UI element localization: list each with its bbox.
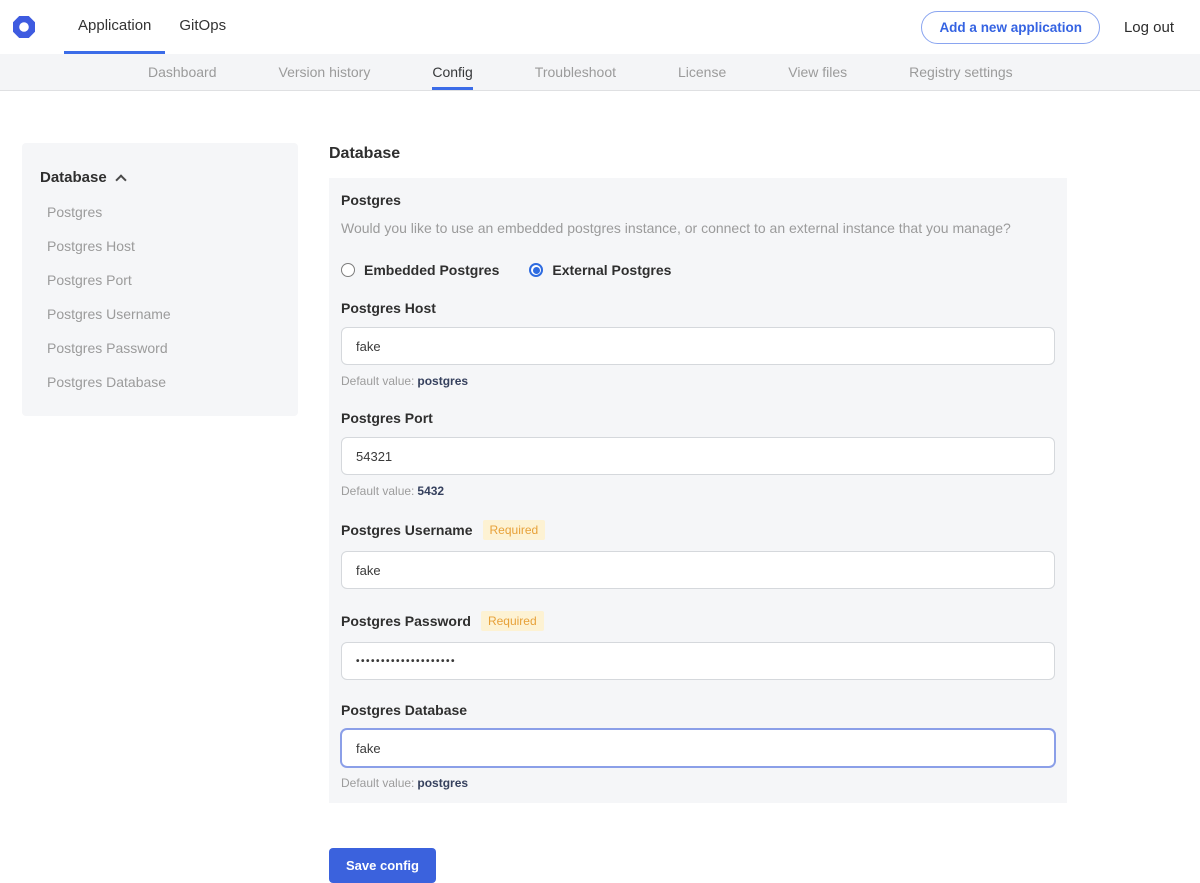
subnav-item-label: Dashboard (148, 64, 217, 80)
radio-external-label: External Postgres (552, 262, 671, 278)
field-postgres-username: Postgres Username Required (341, 520, 1055, 589)
subnav-item-label: Config (432, 64, 472, 80)
header-right: Add a new application Log out (921, 0, 1174, 54)
field-postgres-database: Postgres Database Default value:postgres (341, 702, 1055, 790)
hint-value: postgres (417, 776, 468, 790)
sidebar-item-postgres-username[interactable]: Postgres Username (40, 306, 282, 322)
hint-label: Default value: (341, 374, 414, 388)
tab-gitops[interactable]: GitOps (165, 0, 240, 54)
required-badge: Required (481, 611, 544, 631)
subnav-item-label: Troubleshoot (535, 64, 616, 80)
field-label: Postgres Host (341, 300, 436, 316)
field-hint: Default value:postgres (341, 374, 1055, 388)
subnav-item-license[interactable]: License (678, 54, 726, 90)
app-subnav: Dashboard Version history Config Trouble… (0, 54, 1200, 91)
postgres-database-input[interactable] (341, 729, 1055, 767)
sidebar-group-label: Database (40, 169, 107, 186)
hint-label: Default value: (341, 776, 414, 790)
tab-application-label: Application (78, 17, 151, 34)
subnav-item-label: Version history (279, 64, 371, 80)
save-config-button[interactable]: Save config (329, 848, 436, 883)
sidebar-item-postgres-host[interactable]: Postgres Host (40, 238, 282, 254)
sidebar-group-database[interactable]: Database (40, 169, 282, 186)
tab-gitops-label: GitOps (179, 17, 226, 34)
sidebar-item-postgres-database[interactable]: Postgres Database (40, 374, 282, 390)
field-postgres-host: Postgres Host Default value:postgres (341, 300, 1055, 388)
field-postgres-password: Postgres Password Required (341, 611, 1055, 680)
postgres-host-input[interactable] (341, 327, 1055, 365)
radio-external-postgres[interactable]: External Postgres (529, 262, 671, 278)
postgres-username-input[interactable] (341, 551, 1055, 589)
logout-link[interactable]: Log out (1124, 19, 1174, 36)
field-label: Postgres Username (341, 522, 473, 538)
subnav-item-label: License (678, 64, 726, 80)
group-description: Would you like to use an embedded postgr… (341, 220, 1055, 236)
radio-unchecked-icon (341, 263, 355, 277)
top-tabs: Application GitOps (64, 0, 240, 54)
top-header: Application GitOps Add a new application… (0, 0, 1200, 54)
hint-value: 5432 (417, 484, 444, 498)
chevron-up-icon (115, 174, 126, 185)
field-label: Postgres Port (341, 410, 433, 426)
postgres-port-input[interactable] (341, 437, 1055, 475)
config-group-panel: Postgres Would you like to use an embedd… (329, 178, 1067, 803)
tab-application[interactable]: Application (64, 0, 165, 54)
group-title: Postgres (341, 192, 1055, 208)
sidebar-item-postgres-password[interactable]: Postgres Password (40, 340, 282, 356)
sidebar-item-postgres[interactable]: Postgres (40, 204, 282, 220)
radio-checked-icon (529, 263, 543, 277)
subnav-item-label: Registry settings (909, 64, 1012, 80)
subnav-item-troubleshoot[interactable]: Troubleshoot (535, 54, 616, 90)
subnav-item-dashboard[interactable]: Dashboard (148, 54, 217, 90)
app-logo-icon[interactable] (12, 15, 36, 39)
required-badge: Required (483, 520, 546, 540)
radio-embedded-postgres[interactable]: Embedded Postgres (341, 262, 499, 278)
add-application-button[interactable]: Add a new application (921, 11, 1100, 44)
hint-label: Default value: (341, 484, 414, 498)
field-label: Postgres Database (341, 702, 467, 718)
radio-embedded-label: Embedded Postgres (364, 262, 499, 278)
subnav-item-registry-settings[interactable]: Registry settings (909, 54, 1012, 90)
field-postgres-port: Postgres Port Default value:5432 (341, 410, 1055, 498)
page-title: Database (329, 145, 1067, 163)
field-hint: Default value:5432 (341, 484, 1055, 498)
config-main: Database Postgres Would you like to use … (329, 143, 1067, 883)
field-hint: Default value:postgres (341, 776, 1055, 790)
field-label: Postgres Password (341, 613, 471, 629)
subnav-item-view-files[interactable]: View files (788, 54, 847, 90)
config-sidebar: Database Postgres Postgres Host Postgres… (22, 143, 298, 416)
sidebar-item-postgres-port[interactable]: Postgres Port (40, 272, 282, 288)
hint-value: postgres (417, 374, 468, 388)
subnav-item-label: View files (788, 64, 847, 80)
postgres-password-input[interactable] (341, 642, 1055, 680)
subnav-item-config[interactable]: Config (432, 54, 472, 90)
postgres-type-radio-group: Embedded Postgres External Postgres (341, 262, 1055, 278)
subnav-item-version-history[interactable]: Version history (279, 54, 371, 90)
